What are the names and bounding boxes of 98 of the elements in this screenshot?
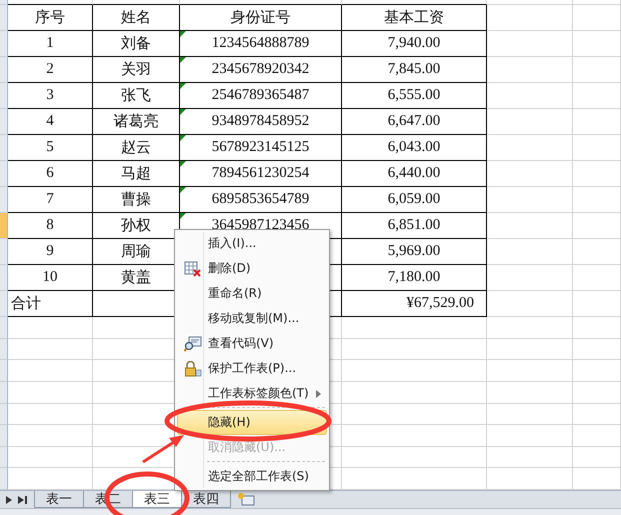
padlock-icon [184,360,202,376]
magnifier-window-icon [184,336,202,352]
table-cell: 马超 [93,161,180,187]
empty-cell [573,291,621,317]
column-header: 身份证号 [180,5,342,31]
table-cell: 5678923145125 [180,135,342,161]
table-cell: 6,647.00 [342,109,487,135]
empty-cell [573,360,621,382]
row-header[interactable] [0,468,8,490]
table-cell: 诸葛亮 [93,109,180,135]
row-header[interactable] [0,404,8,426]
row-header[interactable] [0,265,8,291]
table-cell: 7894561230254 [180,161,342,187]
row-header[interactable] [0,213,8,239]
table-cell: ¥67,529.00 [342,291,487,317]
table-cell: 9348978458952 [180,109,342,135]
annotation-arrow [142,435,184,464]
sheet-tab[interactable]: 表三 [132,491,182,508]
empty-cell [573,57,621,83]
table-cell: 张飞 [93,83,180,109]
empty-cell [573,31,621,57]
empty-cell [573,338,621,360]
empty-cell [573,382,621,404]
row-header[interactable] [0,425,8,447]
table-cell: 赵云 [93,135,180,161]
row-header[interactable] [0,109,8,135]
table-cell: 6,043.00 [342,135,487,161]
table-cell: 5 [8,135,93,161]
menu-item[interactable]: 查看代码(V) [177,331,327,356]
table-cell: 4 [8,109,93,135]
row-header[interactable] [0,187,8,213]
row-header[interactable] [0,338,8,360]
empty-cell [573,239,621,265]
row-header[interactable] [0,446,8,468]
column-header: 基本工资 [342,5,487,31]
empty-cell [573,161,621,187]
empty-cell [573,135,621,161]
table-cell: 2 [8,57,93,83]
menu-item[interactable]: 保护工作表(P)... [177,356,327,381]
table-cell: 6,440.00 [342,161,487,187]
table-cell: 1 [8,31,93,57]
row-header[interactable] [0,161,8,187]
row-header[interactable] [0,57,8,83]
empty-cell [573,109,621,135]
empty-cell [573,5,621,31]
table-cell: 6,555.00 [342,83,487,109]
table-cell: 2345678920342 [180,57,342,83]
table-cell: 5,969.00 [342,239,487,265]
row-header[interactable] [0,382,8,404]
menu-item[interactable]: 选定全部工作表(S) [177,464,327,489]
table-cell: 6,059.00 [342,187,487,213]
menu-item[interactable]: 移动或复制(M)... [177,306,327,331]
row-header[interactable] [0,239,8,265]
row-header[interactable] [0,135,8,161]
column-header: 姓名 [93,5,180,31]
row-header[interactable] [0,291,8,317]
table-cell: 刘备 [93,31,180,57]
table-cell: 3 [8,83,93,109]
empty-cell [573,404,621,426]
table-cell: 2546789365487 [180,83,342,109]
empty-cell [573,83,621,109]
table-cell: 合计 [8,291,93,317]
menu-item[interactable]: 隐藏(H) [177,410,327,435]
table-cell: 7 [8,187,93,213]
table-cell: 9 [8,239,93,265]
table-cell: 6,851.00 [342,213,487,239]
row-header[interactable] [0,360,8,382]
delete-sheet-icon [184,260,202,276]
row-header[interactable] [0,317,8,339]
column-header: 序号 [8,5,93,31]
empty-cell [573,425,621,447]
next-sheet-icon[interactable] [6,496,12,504]
menu-item[interactable]: 重命名(R) [177,281,327,306]
table-cell: 7,940.00 [342,31,487,57]
empty-cell [573,446,621,468]
row-header[interactable] [0,31,8,57]
last-sheet-icon[interactable] [18,496,27,504]
sheet-tab[interactable]: 表一 [34,491,84,508]
empty-cell [573,213,621,239]
menu-item[interactable]: 删除(D) [177,256,327,281]
table-cell: 6895853654789 [180,187,342,213]
empty-cell [573,187,621,213]
empty-cell [573,265,621,291]
empty-cell [573,317,621,339]
table-cell: 10 [8,265,93,291]
horizontal-scrollbar[interactable] [0,508,621,515]
row-header[interactable] [0,5,8,31]
table-cell: 7,180.00 [342,265,487,291]
table-cell: 关羽 [93,57,180,83]
table-cell: 7,845.00 [342,57,487,83]
table-cell: 8 [8,213,93,239]
table-cell: 6 [8,161,93,187]
menu-item[interactable]: 工作表标签颜色(T) [177,381,327,406]
row-header[interactable] [0,83,8,109]
submenu-arrow-icon [316,390,321,398]
row-header[interactable] [0,0,8,5]
table-cell: 曹操 [93,187,180,213]
table-cell: 1234564888789 [180,31,342,57]
